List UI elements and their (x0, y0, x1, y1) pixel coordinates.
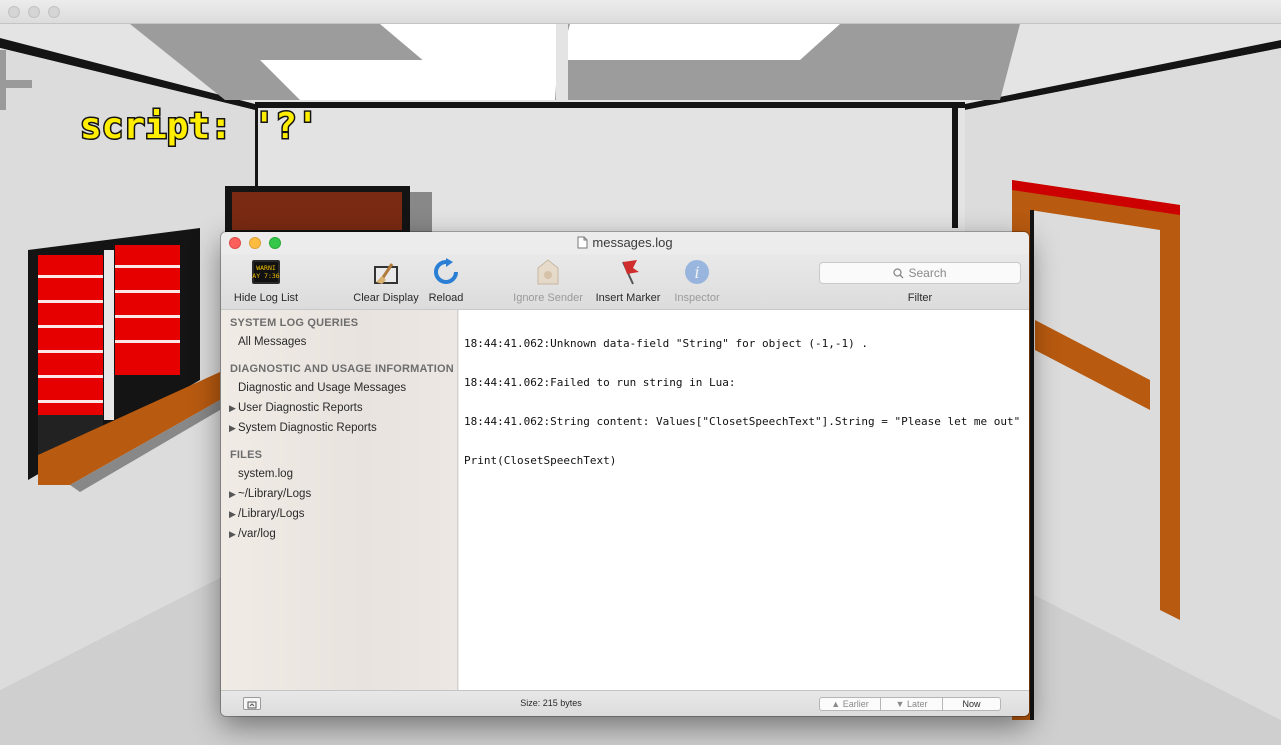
ignore-sender-button[interactable]: Ignore Sender (509, 258, 587, 304)
broom-icon (374, 263, 398, 284)
disclosure-triangle-icon[interactable]: ▶ (229, 509, 238, 520)
console-warning-icon: WARNI AY 7:36 (252, 260, 280, 284)
log-content[interactable]: 18:44:41.062:Unknown data-field "String"… (459, 310, 1029, 690)
panel-icon (247, 701, 257, 709)
hide-log-list-label: Hide Log List (233, 292, 299, 304)
game-zoom-button[interactable] (48, 6, 60, 18)
search-input[interactable]: Search (819, 262, 1021, 284)
insert-marker-button[interactable]: Insert Marker (591, 258, 665, 304)
disclosure-triangle-icon[interactable]: ▶ (229, 529, 238, 540)
reload-button[interactable]: Reload (423, 258, 469, 304)
search-icon (893, 268, 904, 279)
log-line: 18:44:41.062:Unknown data-field "String"… (464, 337, 868, 350)
sidebar-item-system-log[interactable]: system.log (238, 468, 293, 480)
ignore-sender-icon (537, 259, 559, 285)
earlier-label: Earlier (842, 699, 869, 709)
log-line: Print(ClosetSpeechText) (464, 454, 617, 467)
sidebar-item-user-library-logs[interactable]: ▶ ~/Library/Logs (229, 488, 311, 500)
sidebar-item-var-log[interactable]: ▶/var/log (229, 528, 276, 540)
system-reports-label: System Diagnostic Reports (238, 422, 377, 434)
later-arrow-icon: ▼ (895, 699, 905, 709)
now-button[interactable]: Now (943, 697, 1001, 711)
disclosure-triangle-icon[interactable]: ▶ (229, 489, 238, 500)
inspector-button[interactable]: i Inspector (669, 258, 725, 304)
insert-marker-label: Insert Marker (595, 292, 661, 304)
game-minimize-button[interactable] (28, 6, 40, 18)
log-list-sidebar: SYSTEM LOG QUERIES All Messages DIAGNOST… (221, 310, 458, 690)
filter-label: Filter (907, 292, 933, 304)
sidebar-item-system-reports[interactable]: ▶ System Diagnostic Reports (229, 422, 377, 434)
sidebar-item-all-messages[interactable]: All Messages (238, 336, 306, 348)
svg-text:WARNI: WARNI (256, 264, 276, 272)
document-icon (577, 234, 588, 256)
sidebar-item-library-logs[interactable]: ▶/Library/Logs (229, 508, 304, 520)
flag-icon (622, 260, 639, 285)
library-logs-label: /Library/Logs (238, 508, 305, 520)
minimize-button[interactable] (249, 237, 261, 249)
search-placeholder: Search (908, 266, 947, 280)
sidebar-item-user-reports[interactable]: ▶ User Diagnostic Reports (229, 402, 363, 414)
toggle-detail-button[interactable] (243, 697, 261, 710)
earlier-button[interactable]: ▲ Earlier (819, 697, 881, 711)
disclosure-triangle-icon[interactable]: ▶ (229, 403, 238, 414)
hide-log-list-button[interactable]: WARNI AY 7:36 Hide Log List (227, 258, 305, 304)
toolbar: WARNI AY 7:36 Hide Log List Clear Displa… (221, 254, 1029, 310)
log-line: 18:44:41.062:String content: Values["Clo… (464, 415, 1021, 428)
size-readout: Size: 215 bytes (520, 698, 582, 708)
system-log-queries-header: SYSTEM LOG QUERIES (230, 317, 359, 329)
close-button[interactable] (229, 237, 241, 249)
var-log-label: /var/log (238, 528, 276, 540)
clear-display-label: Clear Display (353, 292, 419, 304)
later-button[interactable]: ▼ Later (881, 697, 943, 711)
user-reports-label: User Diagnostic Reports (238, 402, 363, 414)
zoom-button[interactable] (269, 237, 281, 249)
user-library-logs-label: ~/Library/Logs (238, 488, 312, 500)
disclosure-triangle-icon[interactable]: ▶ (229, 423, 238, 434)
reload-label: Reload (428, 292, 464, 304)
clear-display-button[interactable]: Clear Display (349, 258, 423, 304)
svg-text:AY 7:36: AY 7:36 (252, 272, 279, 280)
info-icon: i (685, 260, 709, 284)
window-title: messages.log (592, 235, 673, 250)
status-bar: Size: 215 bytes ▲ Earlier ▼ Later Now (221, 690, 1029, 716)
diagnostic-header: DIAGNOSTIC AND USAGE INFORMATION (230, 363, 454, 375)
game-close-button[interactable] (8, 6, 20, 18)
later-label: Later (906, 699, 928, 709)
console-window: messages.log WARNI AY 7:36 Hide Log List… (221, 232, 1029, 716)
ignore-sender-label: Ignore Sender (513, 292, 583, 304)
script-overlay-text: script: '?' (80, 106, 318, 147)
sidebar-item-diagnostic-messages[interactable]: Diagnostic and Usage Messages (238, 382, 406, 394)
reload-icon (434, 258, 458, 284)
files-header: FILES (230, 449, 263, 461)
earlier-arrow-icon: ▲ (831, 699, 841, 709)
console-titlebar: messages.log (221, 232, 1029, 254)
svg-text:i: i (694, 263, 699, 282)
game-window-titlebar (0, 0, 1281, 24)
inspector-label: Inspector (674, 292, 720, 304)
log-line: 18:44:41.062:Failed to run string in Lua… (464, 376, 736, 389)
